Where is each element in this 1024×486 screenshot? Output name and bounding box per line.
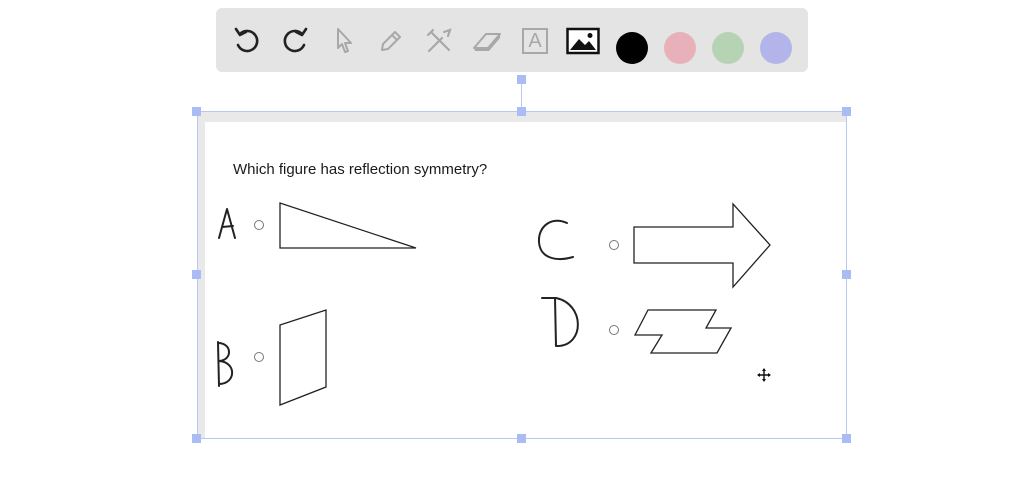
- resize-handle-top-right[interactable]: [842, 107, 851, 116]
- selection-frame: [197, 111, 847, 439]
- resize-handle-bottom-right[interactable]: [842, 434, 851, 443]
- resize-handle-left[interactable]: [192, 270, 201, 279]
- resize-handle-top[interactable]: [517, 107, 526, 116]
- resize-handle-bottom-left[interactable]: [192, 434, 201, 443]
- resize-handle-top-left[interactable]: [192, 107, 201, 116]
- resize-handle-right[interactable]: [842, 270, 851, 279]
- move-cursor-icon: [757, 368, 771, 382]
- resize-handle-bottom[interactable]: [517, 434, 526, 443]
